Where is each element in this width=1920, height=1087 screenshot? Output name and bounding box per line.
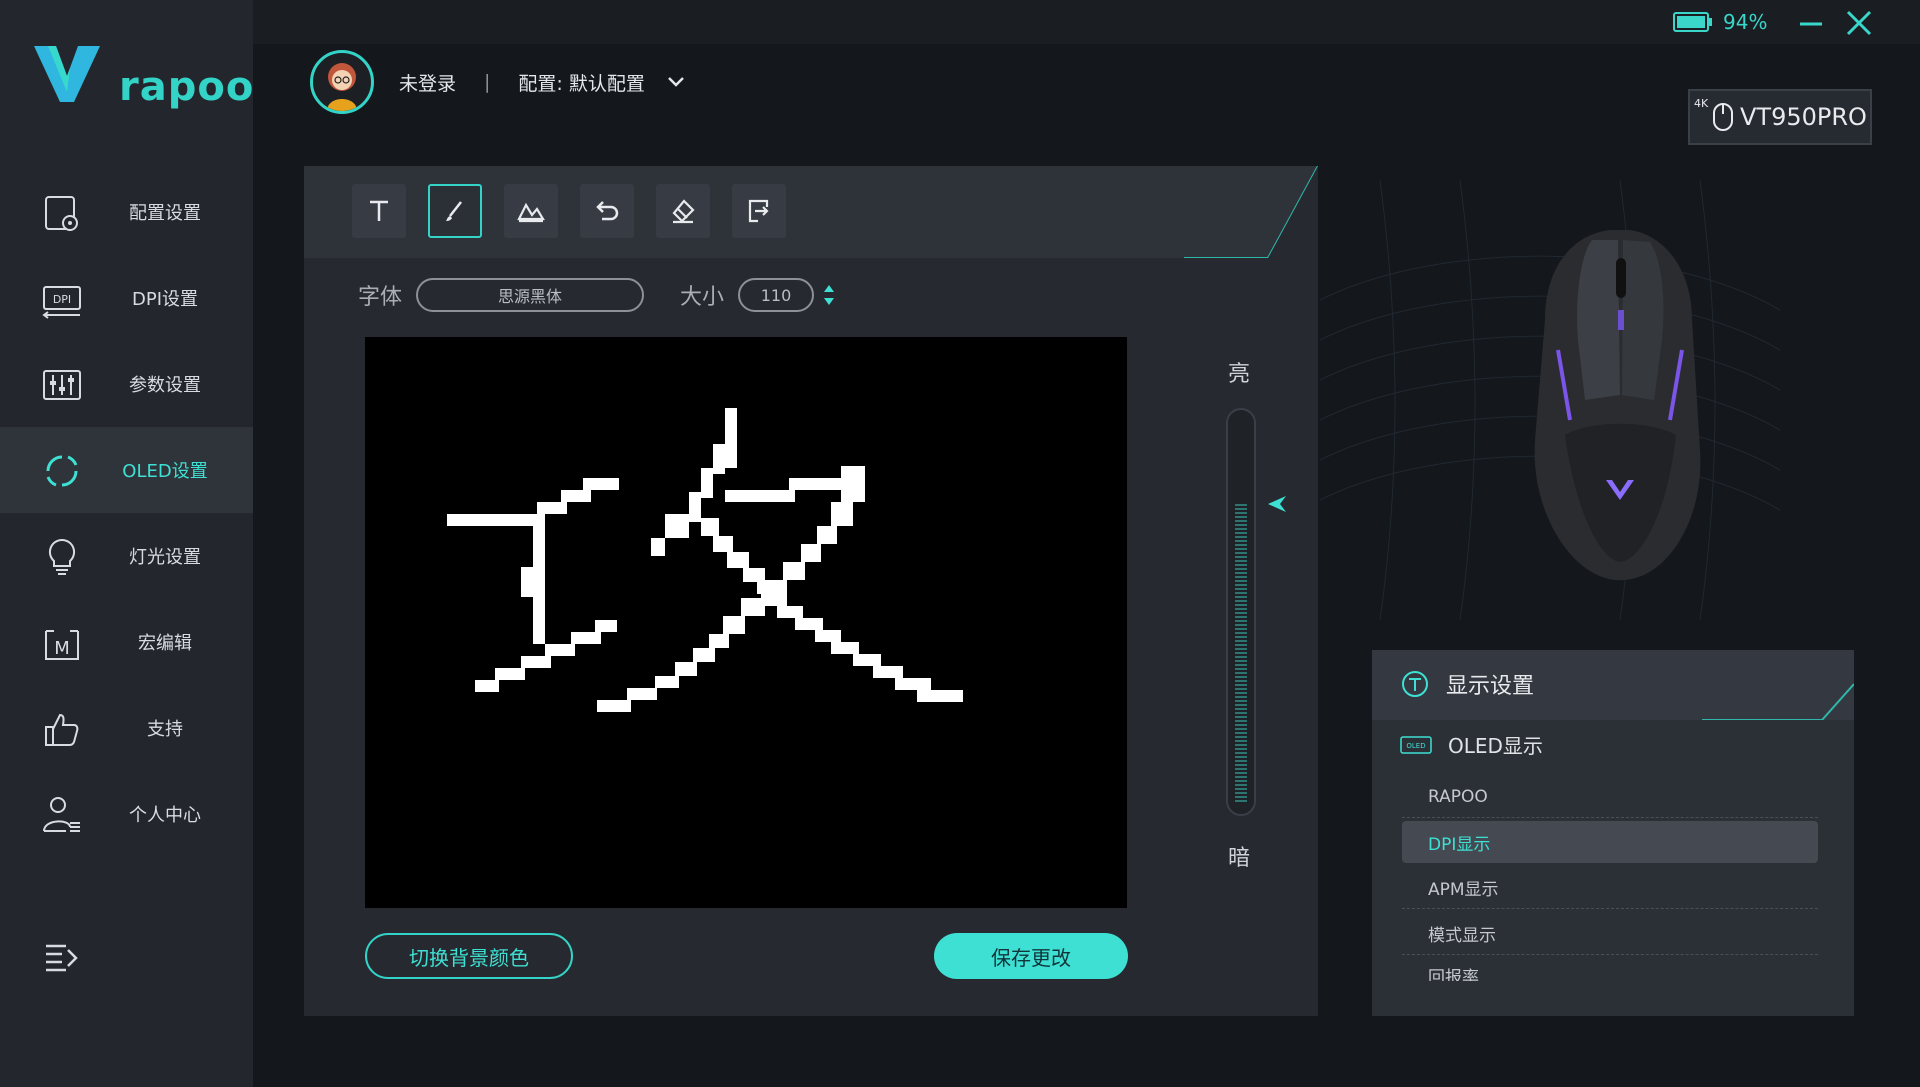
device-polling-tag: 4K bbox=[1694, 97, 1709, 110]
v-logo-icon bbox=[34, 46, 100, 102]
user-name[interactable]: 未登录 bbox=[399, 69, 456, 96]
user-center-icon bbox=[43, 797, 80, 832]
dpi-icon: DPI bbox=[42, 286, 81, 319]
sidebar-item-lighting[interactable]: 灯光设置 bbox=[0, 513, 253, 599]
undo-button[interactable] bbox=[580, 184, 634, 238]
image-tool-icon bbox=[517, 202, 545, 223]
avatar[interactable] bbox=[310, 50, 374, 114]
eraser-icon bbox=[672, 199, 695, 224]
display-option-polling-rate[interactable]: 回报率 bbox=[1402, 959, 1818, 981]
export-button[interactable] bbox=[732, 184, 786, 238]
sidebar-item-label: 个人中心 bbox=[129, 805, 201, 826]
pixel-drawing bbox=[447, 408, 963, 712]
size-input[interactable]: 110 bbox=[738, 278, 815, 312]
profile-settings-icon bbox=[45, 196, 78, 231]
sidebar-item-label: 灯光设置 bbox=[129, 547, 201, 568]
sidebar: rapoo 配置设置 DPI DPI设置 参数设置 OLED设置 灯光设置 M … bbox=[0, 0, 253, 1087]
battery-percentage: 94% bbox=[1723, 10, 1768, 34]
text-circle-icon bbox=[1402, 671, 1428, 697]
device-badge[interactable]: 4K VT950PRO bbox=[1688, 89, 1872, 145]
avatar-icon bbox=[327, 63, 357, 111]
text-tool-icon bbox=[370, 200, 388, 221]
battery-icon bbox=[1673, 12, 1712, 32]
sidebar-item-label: 配置设置 bbox=[129, 203, 201, 224]
sidebar-item-label: OLED设置 bbox=[122, 461, 208, 482]
editor-toolbar bbox=[304, 166, 1318, 258]
display-option-label: RAPOO bbox=[1428, 786, 1488, 807]
oled-display-label: OLED显示 bbox=[1448, 734, 1543, 758]
header-separator: | bbox=[484, 71, 491, 93]
sidebar-item-support[interactable]: 支持 bbox=[0, 685, 253, 771]
display-settings-panel: 显示设置 OLED OLED显示 RAPOO DPI显示 APM显示 模式显示 … bbox=[1372, 650, 1854, 1016]
rapoo-logo: rapoo bbox=[34, 46, 253, 116]
sidebar-item-dpi[interactable]: DPI DPI设置 bbox=[0, 255, 253, 341]
profile-selector-label[interactable]: 配置: 默认配置 bbox=[518, 69, 644, 96]
sidebar-item-parameters[interactable]: 参数设置 bbox=[0, 341, 253, 427]
display-option-label: 模式显示 bbox=[1428, 926, 1496, 946]
size-label: 大小 bbox=[680, 285, 725, 310]
brightness-slider[interactable] bbox=[1226, 408, 1256, 816]
header-corner-accent bbox=[1702, 683, 1854, 720]
svg-text:M: M bbox=[54, 638, 70, 659]
macro-icon: M bbox=[45, 630, 79, 660]
brightness-low-label: 暗 bbox=[1228, 846, 1251, 871]
oled-icon: OLED bbox=[1400, 735, 1432, 754]
display-option-rapoo[interactable]: RAPOO bbox=[1402, 776, 1818, 818]
sidebar-item-macro[interactable]: M 宏编辑 bbox=[0, 599, 253, 685]
display-settings-header: 显示设置 bbox=[1372, 650, 1854, 720]
font-select[interactable]: 思源黑体 bbox=[416, 278, 645, 312]
font-settings-row: 字体 思源黑体 大小 110 bbox=[358, 278, 836, 312]
title-bar bbox=[253, 0, 1920, 44]
device-name: VT950PRO bbox=[1740, 103, 1867, 131]
sidebar-item-label: 支持 bbox=[147, 719, 183, 740]
font-label: 字体 bbox=[358, 285, 403, 310]
close-icon[interactable] bbox=[1842, 6, 1876, 40]
brightness-high-label: 亮 bbox=[1228, 362, 1251, 387]
text-tool-button[interactable] bbox=[352, 184, 406, 238]
sidebar-item-label: DPI设置 bbox=[131, 289, 199, 310]
sidebar-item-label: 参数设置 bbox=[129, 375, 201, 396]
brush-tool-icon bbox=[446, 201, 462, 221]
refresh-cycle-icon bbox=[46, 455, 78, 487]
display-option-dpi[interactable]: DPI显示 bbox=[1402, 821, 1818, 863]
brightness-slider-fill bbox=[1235, 504, 1247, 804]
minimize-icon[interactable] bbox=[1794, 6, 1828, 40]
sidebar-item-oled[interactable]: OLED设置 bbox=[0, 427, 253, 513]
sidebar-item-profile-settings[interactable]: 配置设置 bbox=[0, 169, 253, 255]
stepper-arrows-icon[interactable] bbox=[822, 282, 836, 308]
lightbulb-icon bbox=[48, 538, 76, 575]
undo-icon bbox=[596, 201, 619, 221]
toolbar-corner-accent bbox=[1184, 166, 1318, 258]
sidebar-item-user-center[interactable]: 个人中心 bbox=[0, 771, 253, 857]
brush-tool-button[interactable] bbox=[428, 184, 482, 238]
image-tool-button[interactable] bbox=[504, 184, 558, 238]
oled-icon-text: OLED bbox=[1406, 742, 1425, 750]
eraser-button[interactable] bbox=[656, 184, 710, 238]
display-option-label: APM显示 bbox=[1428, 880, 1499, 900]
display-option-label: 回报率 bbox=[1428, 968, 1479, 981]
mouse-preview-image bbox=[1320, 180, 1780, 620]
display-option-mode[interactable]: 模式显示 bbox=[1402, 913, 1818, 955]
mouse-icon bbox=[1713, 103, 1733, 131]
display-option-apm[interactable]: APM显示 bbox=[1402, 867, 1818, 909]
toggle-background-color-button[interactable]: 切换背景颜色 bbox=[365, 933, 573, 979]
user-bar: 未登录 | 配置: 默认配置 bbox=[310, 50, 687, 114]
slider-pointer-icon[interactable] bbox=[1266, 494, 1288, 514]
svg-text:DPI: DPI bbox=[53, 293, 71, 306]
chevron-down-icon[interactable] bbox=[665, 71, 687, 93]
display-settings-title: 显示设置 bbox=[1446, 674, 1535, 699]
sidebar-item-label: 宏编辑 bbox=[138, 633, 192, 654]
oled-editor-panel: 字体 思源黑体 大小 110 亮 暗 切换背景颜色 保存更改 bbox=[304, 166, 1318, 1016]
sliders-icon bbox=[43, 370, 81, 400]
thumbs-up-icon bbox=[45, 713, 79, 746]
oled-display-section: OLED OLED显示 bbox=[1400, 730, 1543, 759]
display-option-label: DPI显示 bbox=[1428, 834, 1491, 855]
battery-indicator: 94% bbox=[1673, 10, 1767, 34]
export-icon bbox=[748, 199, 769, 223]
oled-drawing-canvas[interactable] bbox=[365, 337, 1127, 908]
brand-wordmark: rapoo bbox=[119, 64, 255, 110]
save-changes-button[interactable]: 保存更改 bbox=[934, 933, 1128, 979]
collapse-menu-icon[interactable] bbox=[42, 938, 82, 978]
